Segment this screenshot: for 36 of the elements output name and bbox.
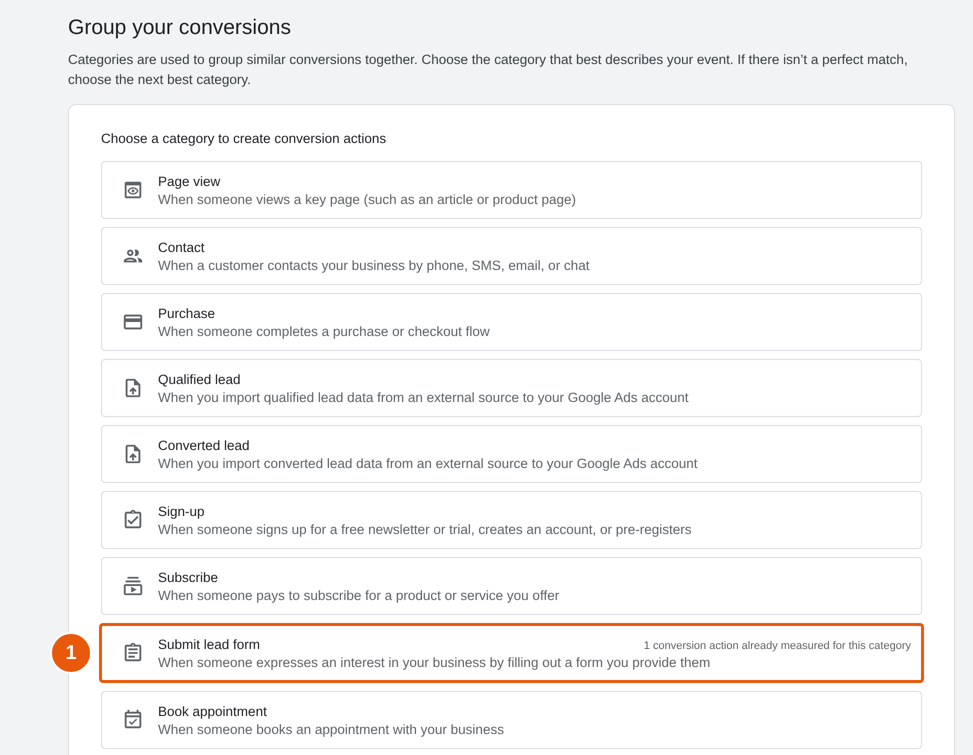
- callout-badge: 1: [50, 632, 92, 674]
- category-option[interactable]: Purchase When someone completes a purchase or checkout flow: [101, 293, 922, 351]
- page-description: Categories are used to group similar conversions together. Choose the category that best describes your event. If there isn’t a perfect match, choose the next best category.: [68, 51, 909, 89]
- page-title: Group your conversions: [68, 15, 292, 41]
- category-option[interactable]: Page view When someone views a key page (such as an article or product page): [101, 161, 922, 219]
- category-name: Book appointment: [158, 704, 267, 718]
- category-name: Subscribe: [158, 570, 218, 584]
- category-name: Page view: [158, 174, 220, 188]
- category-description: When someone signs up for a free newsletter or trial, creates an account, or pre-registers: [158, 522, 693, 536]
- category-option[interactable]: Sign-up When someone signs up for a free newsletter or trial, creates an account, or pre-registers: [101, 491, 922, 549]
- clipboard-icon: [122, 642, 144, 664]
- category-description: When someone expresses an interest in your business by filling out a form you provide them: [158, 654, 712, 670]
- calendar-check-icon: [122, 709, 144, 731]
- category-description: When someone books an appointment with your business: [158, 722, 505, 736]
- category-option[interactable]: Qualified lead When you import qualified lead data from an external source to your Google Ads account: [101, 359, 922, 417]
- category-name: Sign-up: [158, 504, 205, 518]
- category-option[interactable]: Contact When a customer contacts your business by phone, SMS, email, or chat: [101, 227, 922, 285]
- category-option[interactable]: Book appointment When someone books an appointment with your business: [101, 691, 922, 749]
- category-name: Contact: [158, 240, 205, 254]
- category-name: Submit lead form: [158, 636, 260, 652]
- category-option[interactable]: Converted lead When you import converted lead data from an external source to your Google Ads account: [101, 425, 922, 483]
- category-description: When you import converted lead data from an external source to your Google Ads account: [158, 456, 699, 470]
- category-option[interactable]: Subscribe When someone pays to subscribe for a product or service you offer: [101, 557, 922, 615]
- category-description: When a customer contacts your business by phone, SMS, email, or chat: [158, 258, 590, 272]
- category-name: Converted lead: [158, 438, 250, 452]
- eye-window-icon: [122, 179, 144, 201]
- category-description: When someone completes a purchase or checkout flow: [158, 324, 491, 338]
- card-heading: Choose a category to create conversion actions: [101, 131, 388, 146]
- subscriptions-icon: [122, 575, 144, 597]
- clipboard-check-icon: [122, 509, 144, 531]
- category-name: Purchase: [158, 306, 216, 320]
- category-description: When someone pays to subscribe for a product or service you offer: [158, 588, 560, 602]
- category-note: 1 conversion action already measured for this category: [644, 640, 911, 652]
- category-description: When someone views a key page (such as an article or product page): [158, 192, 577, 206]
- category-description: When you import qualified lead data from an external source to your Google Ads account: [158, 390, 690, 404]
- category-name: Qualified lead: [158, 372, 241, 386]
